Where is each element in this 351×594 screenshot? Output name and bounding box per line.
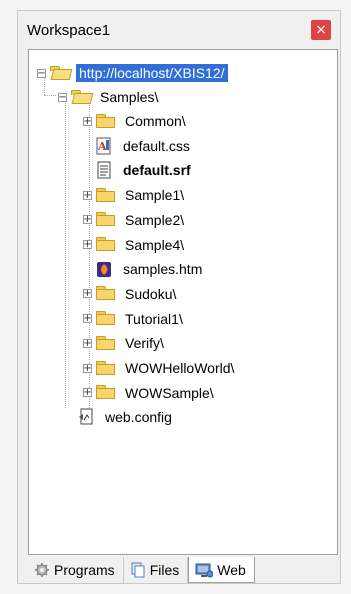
tree-item-label: default.srf xyxy=(123,162,191,179)
workspace-tabs: Programs Files Web xyxy=(28,557,338,583)
expand-icon[interactable]: + xyxy=(83,289,92,299)
tab-label: Files xyxy=(149,562,180,578)
tree-item[interactable]: + WOWSample\ xyxy=(83,381,217,405)
tree-item-label: default.css xyxy=(123,137,190,154)
tree-item[interactable]: Adefault.css xyxy=(83,134,193,158)
collapse-icon[interactable]: − xyxy=(37,68,46,78)
tree-item-root[interactable]: − http://localhost/XBIS12/ xyxy=(37,61,228,85)
folder-icon xyxy=(96,237,116,252)
tree-item-label: Sample1\ xyxy=(125,187,185,204)
srf-file-icon xyxy=(96,161,112,179)
folder-icon xyxy=(96,286,116,301)
title-bar: Workspace1 × xyxy=(18,11,340,49)
tree-item-label: WOWSample\ xyxy=(125,384,214,401)
tree-item-web-config[interactable]: web.config xyxy=(65,405,175,429)
folder-icon xyxy=(96,385,116,400)
folder-open-icon xyxy=(71,89,91,105)
gear-icon xyxy=(34,562,50,578)
tree-item-label: Tutorial1\ xyxy=(125,310,183,327)
htm-file-icon xyxy=(96,260,112,278)
tree-item[interactable]: samples.htm xyxy=(83,257,205,281)
tree-item[interactable]: + WOWHelloWorld\ xyxy=(83,356,237,380)
expand-icon[interactable]: + xyxy=(83,190,92,200)
folder-icon xyxy=(96,335,116,351)
folder-open-icon xyxy=(50,65,70,81)
tree-item[interactable]: default.srf xyxy=(83,158,194,182)
workspace-tree[interactable]: − http://localhost/XBIS12/ − Samples\ we… xyxy=(28,49,338,555)
expand-icon[interactable]: + xyxy=(83,116,92,126)
close-button[interactable]: × xyxy=(311,20,331,40)
tab-programs[interactable]: Programs xyxy=(28,557,124,583)
expand-icon[interactable]: + xyxy=(83,240,92,250)
tree-item-label: Samples\ xyxy=(100,89,159,105)
tree-item[interactable]: + Sample1\ xyxy=(83,183,187,207)
tree-item-samples[interactable]: − Samples\ xyxy=(58,85,161,109)
expand-icon[interactable]: + xyxy=(83,338,92,348)
collapse-icon[interactable]: − xyxy=(58,92,67,102)
svg-text:A: A xyxy=(97,140,107,153)
tab-label: Web xyxy=(217,561,246,578)
window-title: Workspace1 xyxy=(27,22,111,39)
folder-icon xyxy=(96,311,116,326)
tree-item[interactable]: + Sample4\ xyxy=(83,233,187,257)
tree-item[interactable]: + Sudoku\ xyxy=(83,282,179,306)
tree-item-label: samples.htm xyxy=(123,261,203,278)
expand-icon[interactable]: + xyxy=(83,314,92,324)
css-file-icon: A xyxy=(96,137,112,155)
workspace-panel: Workspace1 × − http://localhost/XBIS12/ … xyxy=(17,10,341,584)
tree-item-label: Sudoku\ xyxy=(125,285,177,302)
expand-icon[interactable]: + xyxy=(83,388,92,398)
config-file-icon xyxy=(78,408,94,426)
expand-icon[interactable]: + xyxy=(83,215,92,225)
tree-item[interactable]: + Tutorial1\ xyxy=(83,307,186,331)
folder-icon xyxy=(96,187,116,203)
tree-item-label: http://localhost/XBIS12/ xyxy=(76,64,228,82)
folder-icon xyxy=(96,113,116,129)
tab-web[interactable]: Web xyxy=(188,557,255,583)
tree-item[interactable]: + Sample2\ xyxy=(83,208,187,232)
folder-icon xyxy=(96,360,116,376)
tree-item-label: Sample2\ xyxy=(125,211,185,228)
tree-item-label: web.config xyxy=(105,409,172,425)
folder-icon xyxy=(96,212,116,227)
tree-item-label: Common\ xyxy=(125,113,186,129)
web-icon xyxy=(195,562,214,578)
tree-item-label: Verify\ xyxy=(125,335,164,352)
tab-label: Programs xyxy=(54,562,115,578)
files-icon xyxy=(130,562,146,578)
tree-item-label: WOWHelloWorld\ xyxy=(125,360,235,376)
expand-icon[interactable]: + xyxy=(83,363,92,373)
tree-item[interactable]: + Common\ xyxy=(83,109,189,133)
tree-item[interactable]: + Verify\ xyxy=(83,331,167,355)
tree-item-label: Sample4\ xyxy=(125,236,185,253)
tab-files[interactable]: Files xyxy=(124,557,189,583)
